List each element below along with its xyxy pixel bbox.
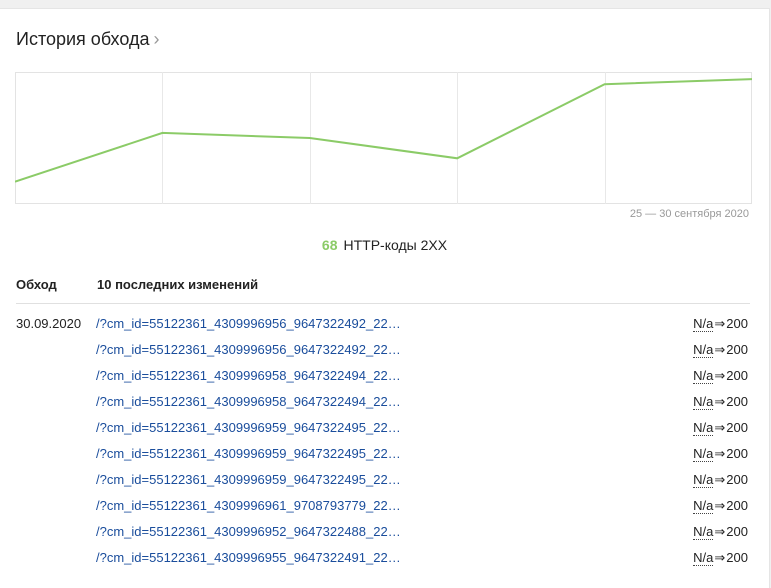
url-link[interactable]: /?cm_id=55122361_4309996959_9647322495_2… (96, 446, 401, 461)
status-change: N/a⇒200 (693, 420, 748, 436)
page-title[interactable]: История обхода (16, 29, 149, 50)
status-change: N/a⇒200 (693, 342, 748, 358)
url-link[interactable]: /?cm_id=55122361_4309996956_9647322492_2… (96, 316, 401, 331)
table-row: /?cm_id=55122361_4309996956_9647322492_2… (16, 339, 750, 365)
crawl-history-card: История обхода › 25 — 30 сентября 2020 6… (0, 8, 770, 588)
url-link[interactable]: /?cm_id=55122361_4309996959_9647322495_2… (96, 420, 401, 435)
arrow-right-icon: ⇒ (714, 420, 726, 435)
status-from[interactable]: N/a (693, 316, 714, 332)
status-change: N/a⇒200 (693, 446, 748, 462)
status-to: 200 (726, 394, 748, 409)
url-link[interactable]: /?cm_id=55122361_4309996956_9647322492_2… (96, 342, 401, 357)
status-from[interactable]: N/a (693, 498, 714, 514)
status-from[interactable]: N/a (693, 368, 714, 384)
status-to: 200 (726, 524, 748, 539)
status-to: 200 (726, 420, 748, 435)
status-change: N/a⇒200 (693, 550, 748, 566)
arrow-right-icon: ⇒ (714, 550, 726, 565)
table-row: /?cm_id=55122361_4309996952_9647322488_2… (16, 521, 750, 547)
arrow-right-icon: ⇒ (714, 498, 726, 513)
status-from[interactable]: N/a (693, 472, 714, 488)
column-crawl: Обход (16, 277, 57, 292)
arrow-right-icon: ⇒ (714, 316, 726, 331)
status-to: 200 (726, 498, 748, 513)
table-divider (16, 303, 750, 304)
status-from[interactable]: N/a (693, 420, 714, 436)
http-2xx-label: HTTP-коды 2XX (343, 237, 448, 253)
table-row: /?cm_id=55122361_4309996959_9647322495_2… (16, 443, 750, 469)
status-to: 200 (726, 472, 748, 487)
url-link[interactable]: /?cm_id=55122361_4309996958_9647322494_2… (96, 394, 401, 409)
arrow-right-icon: ⇒ (714, 524, 726, 539)
url-link[interactable]: /?cm_id=55122361_4309996955_9647322491_2… (96, 550, 401, 565)
status-change: N/a⇒200 (693, 316, 748, 332)
table-row: 30.09.2020 /?cm_id=55122361_4309996956_96… (16, 313, 750, 339)
status-from[interactable]: N/a (693, 394, 714, 410)
changes-table: 30.09.2020 /?cm_id=55122361_4309996956_96… (16, 313, 750, 573)
crawl-chart (14, 72, 753, 209)
url-link[interactable]: /?cm_id=55122361_4309996959_9647322495_2… (96, 472, 401, 487)
status-from[interactable]: N/a (693, 550, 714, 566)
status-change: N/a⇒200 (693, 394, 748, 410)
status-change: N/a⇒200 (693, 472, 748, 488)
url-link[interactable]: /?cm_id=55122361_4309996952_9647322488_2… (96, 524, 401, 539)
column-changes: 10 последних изменений (97, 277, 259, 292)
crawl-date: 30.09.2020 (16, 316, 82, 331)
crawl-line-chart (14, 72, 753, 204)
table-row: /?cm_id=55122361_4309996959_9647322495_2… (16, 469, 750, 495)
table-row: /?cm_id=55122361_4309996958_9647322494_2… (16, 365, 750, 391)
arrow-right-icon: ⇒ (714, 368, 726, 383)
arrow-right-icon: ⇒ (714, 394, 726, 409)
chart-frame (15, 72, 752, 204)
status-to: 200 (726, 316, 748, 331)
chevron-right-icon[interactable]: › (153, 29, 159, 50)
http-2xx-count: 68 (321, 237, 338, 253)
status-to: 200 (726, 368, 748, 383)
table-row: /?cm_id=55122361_4309996958_9647322494_2… (16, 391, 750, 417)
http-summary: 68 HTTP-коды 2XX (0, 237, 769, 253)
status-to: 200 (726, 446, 748, 461)
status-from[interactable]: N/a (693, 342, 714, 358)
status-to: 200 (726, 550, 748, 565)
url-link[interactable]: /?cm_id=55122361_4309996958_9647322494_2… (96, 368, 401, 383)
chart-date-range: 25 — 30 сентября 2020 (629, 208, 749, 220)
status-from[interactable]: N/a (693, 524, 714, 540)
status-change: N/a⇒200 (693, 524, 748, 540)
arrow-right-icon: ⇒ (714, 472, 726, 487)
status-from[interactable]: N/a (693, 446, 714, 462)
arrow-right-icon: ⇒ (714, 446, 726, 461)
status-to: 200 (726, 342, 748, 357)
status-change: N/a⇒200 (693, 498, 748, 514)
table-row: /?cm_id=55122361_4309996955_9647322491_2… (16, 547, 750, 573)
table-row: /?cm_id=55122361_4309996961_9708793779_2… (16, 495, 750, 521)
table-row: /?cm_id=55122361_4309996959_9647322495_2… (16, 417, 750, 443)
arrow-right-icon: ⇒ (714, 342, 726, 357)
url-link[interactable]: /?cm_id=55122361_4309996961_9708793779_2… (96, 498, 401, 513)
crawl-history-header[interactable]: История обхода › (16, 29, 159, 50)
status-change: N/a⇒200 (693, 368, 748, 384)
